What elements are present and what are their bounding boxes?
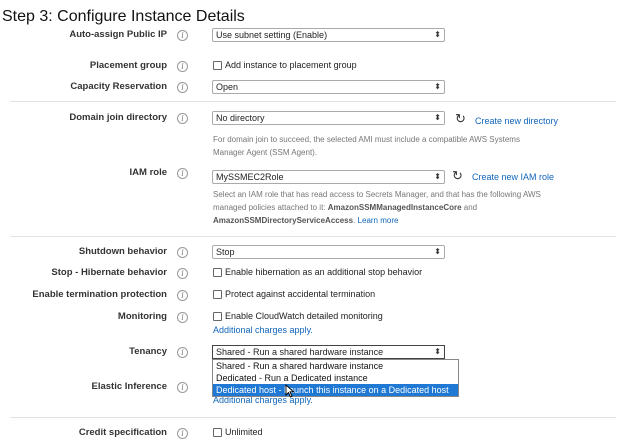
select-arrow-icon: ⬍ <box>434 30 441 39</box>
capacity-value: Open <box>216 82 239 92</box>
info-icon[interactable]: i <box>177 290 188 301</box>
credit-checkbox-row[interactable]: Unlimited <box>213 427 263 437</box>
tenancy-label: Tenancy <box>129 346 167 357</box>
tenancy-select[interactable]: Shared - Run a shared hardware instance … <box>212 345 445 359</box>
placement-label: Placement group <box>89 60 167 71</box>
capacity-select[interactable]: Open ⬍ <box>212 80 445 94</box>
info-icon[interactable]: i <box>177 30 188 41</box>
hibernate-checkbox-row[interactable]: Enable hibernation as an additional stop… <box>213 267 422 277</box>
create-directory-link[interactable]: Create new directory <box>475 116 558 126</box>
tenancy-dropdown-list: Shared - Run a shared hardware instance … <box>212 359 459 397</box>
domain-label: Domain join directory <box>69 112 167 123</box>
iam-help-line3: AmazonSSMDirectoryServiceAccess. Learn m… <box>213 214 583 227</box>
info-icon[interactable]: i <box>177 428 188 439</box>
policy-name-1: AmazonSSMManagedInstanceCore <box>327 203 462 212</box>
shutdown-select[interactable]: Stop ⬍ <box>212 245 445 259</box>
select-arrow-icon: ⬍ <box>434 347 441 356</box>
info-icon[interactable]: i <box>177 61 188 72</box>
public-ip-label: Auto-assign Public IP <box>69 29 167 40</box>
placement-checkbox-row[interactable]: Add instance to placement group <box>213 60 357 70</box>
refresh-icon[interactable]: ↻ <box>452 169 463 182</box>
placement-checkbox[interactable] <box>213 60 222 70</box>
section-divider <box>10 236 616 237</box>
create-iam-role-link[interactable]: Create new IAM role <box>472 172 554 182</box>
info-icon[interactable]: i <box>177 82 188 93</box>
domain-help-line1: For domain join to succeed, the selected… <box>213 135 520 144</box>
section-divider <box>10 417 616 418</box>
hibernate-label: Stop - Hibernate behavior <box>51 267 167 278</box>
termination-checkbox[interactable] <box>213 289 222 299</box>
shutdown-value: Stop <box>216 247 235 257</box>
domain-help-text: For domain join to succeed, the selected… <box>213 133 583 159</box>
iam-help-line2: managed policies attached to it: AmazonS… <box>213 201 583 214</box>
iam-label: IAM role <box>129 167 167 178</box>
tenancy-option-dedicated-host[interactable]: Dedicated host - Launch this instance on… <box>213 384 458 396</box>
iam-help-line1: Select an IAM role that has read access … <box>213 190 541 199</box>
placement-checkbox-label: Add instance to placement group <box>225 60 357 70</box>
tenancy-option-shared[interactable]: Shared - Run a shared hardware instance <box>213 360 458 372</box>
iam-help-and: and <box>461 203 478 212</box>
select-arrow-icon: ⬍ <box>434 247 441 256</box>
iam-select[interactable]: MySSMEC2Role ⬍ <box>212 170 445 184</box>
public-ip-value: Use subnet setting (Enable) <box>216 30 328 40</box>
iam-value: MySSMEC2Role <box>216 172 284 182</box>
iam-help-text: Select an IAM role that has read access … <box>213 188 583 227</box>
monitoring-charges-link[interactable]: Additional charges apply. <box>213 325 313 335</box>
learn-more-link[interactable]: Learn more <box>358 216 399 225</box>
select-arrow-icon: ⬍ <box>434 82 441 91</box>
unlimited-checkbox[interactable] <box>213 427 222 437</box>
tenancy-option-dedicated[interactable]: Dedicated - Run a Dedicated instance <box>213 372 458 384</box>
hibernate-checkbox[interactable] <box>213 267 222 277</box>
select-arrow-icon: ⬍ <box>434 113 441 122</box>
elastic-label: Elastic Inference <box>91 381 167 392</box>
section-divider <box>10 101 616 102</box>
iam-help-prefix: managed policies attached to it: <box>213 203 328 212</box>
monitoring-label: Monitoring <box>117 311 167 322</box>
info-icon[interactable]: i <box>177 312 188 323</box>
policy-name-2: AmazonSSMDirectoryServiceAccess <box>213 216 354 225</box>
info-icon[interactable]: i <box>177 247 188 258</box>
select-arrow-icon: ⬍ <box>434 172 441 181</box>
monitoring-checkbox-row[interactable]: Enable CloudWatch detailed monitoring <box>213 311 383 321</box>
monitoring-checkbox-label: Enable CloudWatch detailed monitoring <box>225 311 383 321</box>
credit-label: Credit specification <box>78 427 167 438</box>
iam-help-dot: . <box>353 216 356 225</box>
page-title: Step 3: Configure Instance Details <box>2 8 245 25</box>
info-icon[interactable]: i <box>177 268 188 279</box>
monitoring-checkbox[interactable] <box>213 311 222 321</box>
domain-select[interactable]: No directory ⬍ <box>212 111 445 125</box>
domain-help-line2: Manager Agent (SSM Agent). <box>213 148 318 157</box>
hibernate-checkbox-label: Enable hibernation as an additional stop… <box>225 267 423 277</box>
info-icon[interactable]: i <box>177 168 188 179</box>
public-ip-select[interactable]: Use subnet setting (Enable) ⬍ <box>212 28 445 42</box>
domain-value: No directory <box>216 113 265 123</box>
capacity-label: Capacity Reservation <box>70 81 167 92</box>
termination-label: Enable termination protection <box>32 289 167 300</box>
tenancy-value: Shared - Run a shared hardware instance <box>216 347 384 357</box>
termination-checkbox-label: Protect against accidental termination <box>225 289 376 299</box>
termination-checkbox-row[interactable]: Protect against accidental termination <box>213 289 375 299</box>
info-icon[interactable]: i <box>177 347 188 358</box>
refresh-icon[interactable]: ↻ <box>455 112 466 125</box>
shutdown-label: Shutdown behavior <box>78 246 167 257</box>
unlimited-checkbox-label: Unlimited <box>225 427 263 437</box>
info-icon[interactable]: i <box>177 113 188 124</box>
info-icon[interactable]: i <box>177 382 188 393</box>
mouse-pointer-icon <box>285 384 295 398</box>
